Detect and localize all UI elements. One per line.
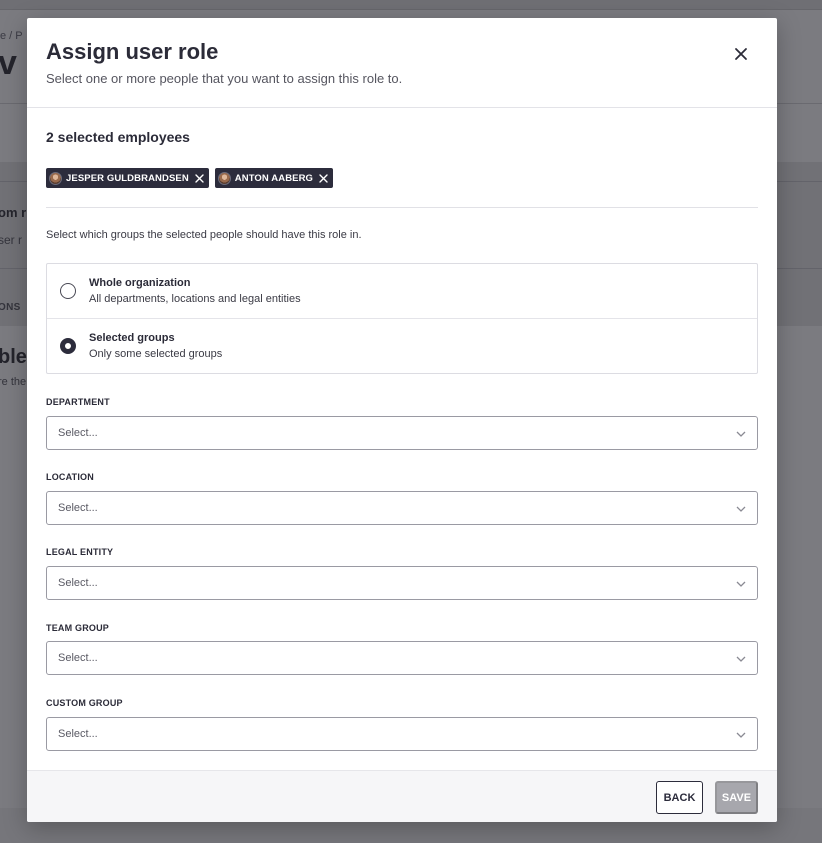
section-divider <box>46 207 758 208</box>
avatar <box>217 171 231 185</box>
background-text: re the <box>0 376 27 388</box>
chevron-down-icon <box>736 656 746 662</box>
legal-entity-select[interactable]: Select... <box>46 566 758 600</box>
background-text: ser r <box>0 233 22 247</box>
radio-selected-groups[interactable]: Selected groups Only some selected group… <box>47 319 757 374</box>
background-topbar <box>0 0 822 10</box>
remove-employee-button[interactable] <box>318 173 329 184</box>
team-group-label: TEAM GROUP <box>46 623 110 633</box>
selected-employee-chips: JESPER GULDBRANDSEN ANTON AABERG <box>46 168 334 188</box>
select-placeholder: Select... <box>58 427 98 439</box>
selected-employees-heading: 2 selected employees <box>46 129 190 145</box>
legal-entity-label: LEGAL ENTITY <box>46 547 114 557</box>
background-text: ONS <box>0 302 21 313</box>
chevron-down-icon <box>736 732 746 738</box>
custom-group-label: CUSTOM GROUP <box>46 698 123 708</box>
chevron-down-icon <box>736 581 746 587</box>
close-icon <box>735 48 747 60</box>
select-placeholder: Select... <box>58 652 98 664</box>
employee-chip-label: JESPER GULDBRANDSEN <box>66 172 189 184</box>
close-button[interactable] <box>727 40 755 68</box>
remove-employee-button[interactable] <box>194 173 205 184</box>
radio-button-unchecked[interactable] <box>60 283 76 299</box>
group-instruction: Select which groups the selected people … <box>46 229 362 241</box>
chevron-down-icon <box>736 506 746 512</box>
team-group-select[interactable]: Select... <box>46 641 758 675</box>
employee-chip-label: ANTON AABERG <box>234 172 314 184</box>
chevron-down-icon <box>736 431 746 437</box>
select-placeholder: Select... <box>58 502 98 514</box>
scope-radio-group: Whole organization All departments, loca… <box>46 263 758 374</box>
modal-subtitle: Select one or more people that you want … <box>46 71 403 86</box>
radio-title: Whole organization <box>89 277 191 289</box>
radio-button-checked[interactable] <box>60 338 76 354</box>
close-icon <box>195 173 204 183</box>
select-placeholder: Select... <box>58 728 98 740</box>
radio-title: Selected groups <box>89 332 175 344</box>
background-breadcrumb: e / P <box>0 30 23 42</box>
select-placeholder: Select... <box>58 577 98 589</box>
radio-description: Only some selected groups <box>89 348 223 360</box>
modal-footer: BACK SAVE <box>27 770 777 822</box>
location-select[interactable]: Select... <box>46 491 758 525</box>
close-icon <box>319 173 328 183</box>
save-button[interactable]: SAVE <box>715 781 758 814</box>
background-text: ble <box>0 346 27 368</box>
background-text: om r <box>0 205 27 220</box>
employee-chip: ANTON AABERG <box>214 168 334 188</box>
assign-role-modal: Assign user role Select one or more peop… <box>27 18 777 822</box>
back-button[interactable]: BACK <box>656 781 703 814</box>
radio-whole-organization[interactable]: Whole organization All departments, loca… <box>47 264 757 319</box>
radio-description: All departments, locations and legal ent… <box>89 293 301 305</box>
location-label: LOCATION <box>46 472 94 482</box>
modal-title: Assign user role <box>46 39 219 64</box>
department-select[interactable]: Select... <box>46 416 758 450</box>
custom-group-select[interactable]: Select... <box>46 717 758 751</box>
department-label: DEPARTMENT <box>46 397 110 407</box>
modal-header: Assign user role Select one or more peop… <box>27 18 777 108</box>
avatar <box>49 171 62 185</box>
employee-chip: JESPER GULDBRANDSEN <box>46 168 209 188</box>
